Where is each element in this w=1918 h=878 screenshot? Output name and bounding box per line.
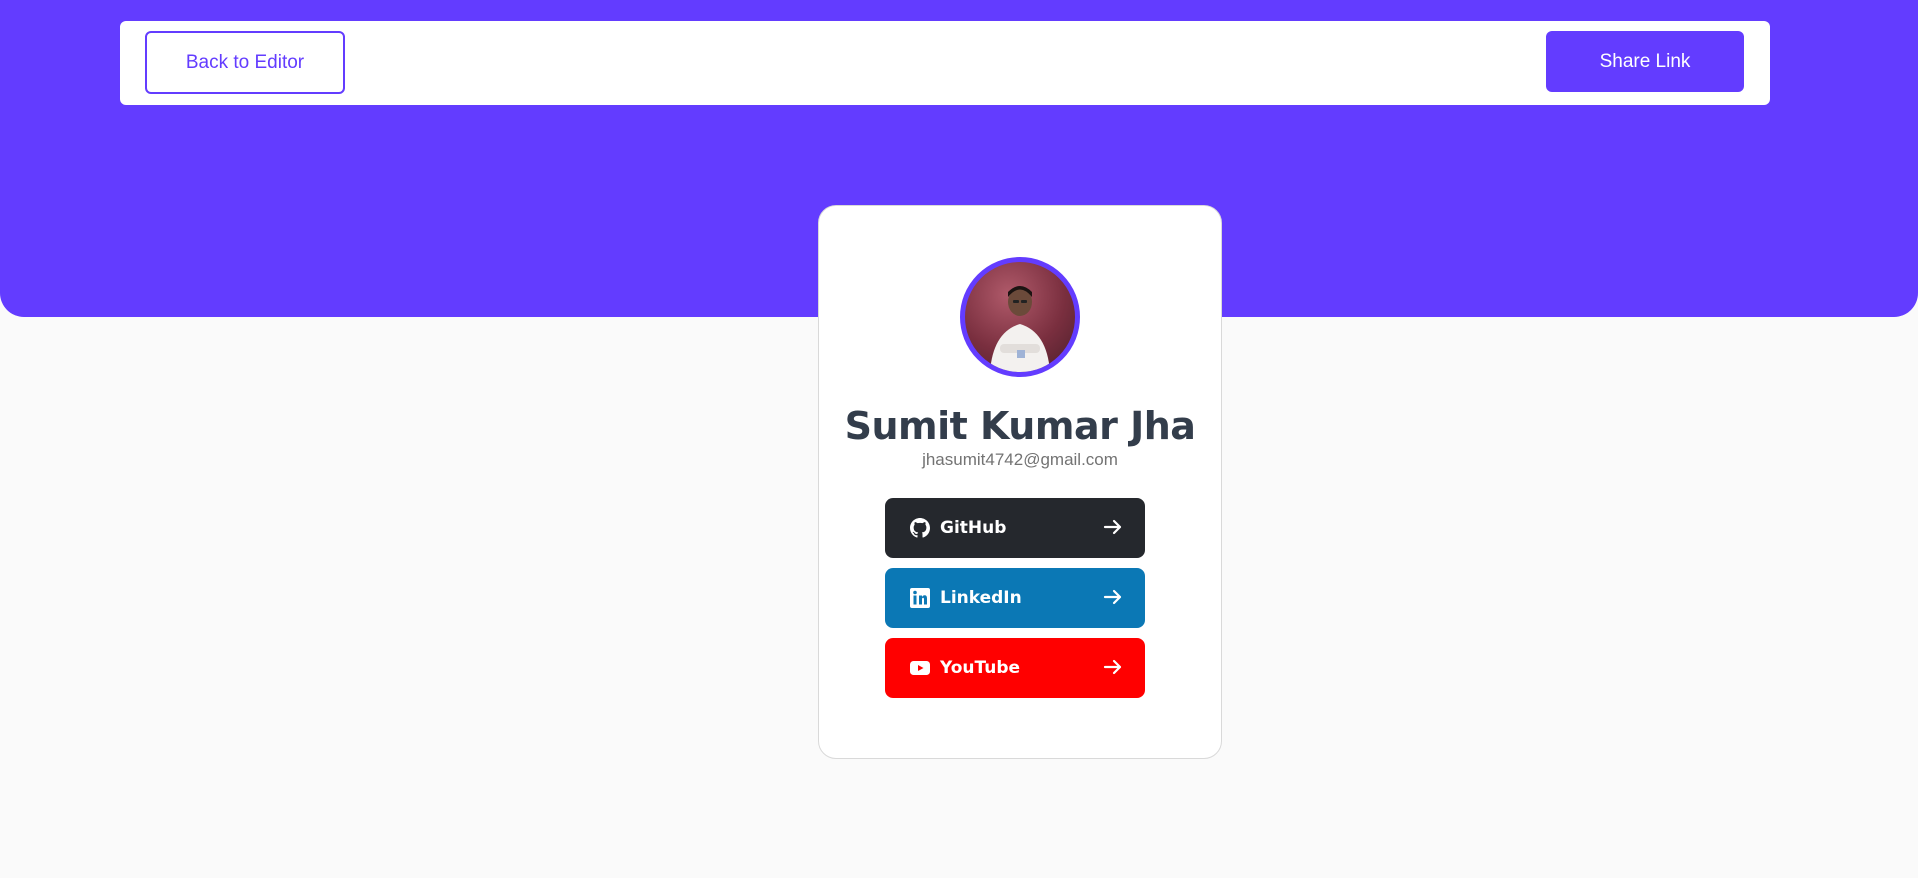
- links-list: GitHub LinkedIn YouTube: [885, 498, 1145, 708]
- profile-photo-icon: [990, 286, 1050, 372]
- linkedin-icon: [909, 587, 931, 609]
- share-link-button[interactable]: Share Link: [1546, 31, 1744, 92]
- profile-name: Sumit Kumar Jha: [844, 404, 1196, 448]
- arrow-right-icon: [1103, 589, 1122, 605]
- link-label: GitHub: [940, 518, 1007, 538]
- github-link[interactable]: GitHub: [885, 498, 1145, 558]
- youtube-icon: [909, 657, 931, 679]
- linkedin-link[interactable]: LinkedIn: [885, 568, 1145, 628]
- avatar: [960, 257, 1080, 377]
- top-nav-bar: Back to Editor Share Link: [120, 21, 1770, 105]
- profile-card: Sumit Kumar Jha jhasumit4742@gmail.com G…: [818, 205, 1222, 759]
- github-icon: [909, 517, 931, 539]
- back-to-editor-button[interactable]: Back to Editor: [145, 31, 345, 94]
- youtube-link[interactable]: YouTube: [885, 638, 1145, 698]
- profile-email: jhasumit4742@gmail.com: [922, 450, 1118, 469]
- link-label: YouTube: [940, 658, 1021, 678]
- arrow-right-icon: [1103, 519, 1122, 535]
- link-label: LinkedIn: [940, 588, 1022, 608]
- arrow-right-icon: [1103, 659, 1122, 675]
